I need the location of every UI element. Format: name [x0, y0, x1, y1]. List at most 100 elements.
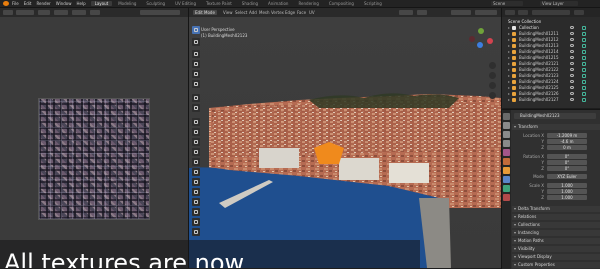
render-camera-icon[interactable] [582, 38, 586, 42]
tab-texture-paint[interactable]: Texture Paint [202, 1, 236, 6]
tab-modeling[interactable]: Modeling [114, 1, 140, 6]
custom-properties-section[interactable]: Custom Properties [512, 262, 600, 268]
rotation-y-field[interactable]: 0° [547, 160, 587, 165]
rotation-x-field[interactable]: 0° [547, 154, 587, 159]
tab-animation[interactable]: Animation [264, 1, 292, 6]
zoom-icon[interactable] [489, 62, 496, 69]
move-tool[interactable] [192, 50, 200, 58]
data-tab-icon[interactable] [503, 185, 510, 192]
knife-tool[interactable] [192, 158, 200, 166]
viewport-menu-select[interactable]: Select [235, 10, 247, 15]
visibility-eye-icon[interactable] [570, 68, 574, 71]
location-z-field[interactable]: 0 m [547, 145, 587, 150]
render-camera-icon[interactable] [582, 92, 586, 96]
visibility-eye-icon[interactable] [570, 86, 574, 89]
render-camera-icon[interactable] [582, 44, 586, 48]
render-camera-icon[interactable] [582, 62, 586, 66]
3d-viewport[interactable]: Edit Mode View Select Add Mesh Vertex Ed… [188, 8, 501, 268]
mode-selector[interactable]: Edit Mode [193, 10, 217, 15]
scale-z-field[interactable]: 1.000 [547, 195, 587, 200]
y-axis-icon[interactable] [478, 28, 484, 34]
relations-section[interactable]: Relations [512, 214, 600, 220]
rip-region-tool[interactable] [192, 228, 200, 236]
view-layer-tab-icon[interactable] [503, 140, 510, 147]
tab-compositing[interactable]: Compositing [325, 1, 358, 6]
visibility-eye-icon[interactable] [570, 50, 574, 53]
visibility-eye-icon[interactable] [570, 80, 574, 83]
transform-orientation-button[interactable] [399, 10, 413, 15]
viewport-display-section[interactable]: Viewport Display [512, 254, 600, 260]
render-tab-icon[interactable] [503, 122, 510, 129]
visibility-eye-icon[interactable] [570, 74, 574, 77]
viewport-menu-vertex[interactable]: Vertex [271, 10, 284, 15]
scene-selector[interactable]: Scene [491, 1, 523, 6]
uv-select-menu[interactable] [54, 10, 68, 15]
viewport-menu-view[interactable]: View [223, 10, 233, 15]
uv-menu[interactable] [90, 10, 100, 15]
rotation-z-field[interactable]: 0° [547, 166, 587, 171]
viewport-menu-face[interactable]: Face [297, 10, 306, 15]
bevel-tool[interactable] [192, 138, 200, 146]
visibility-eye-icon[interactable] [570, 92, 574, 95]
tab-layout[interactable]: Layout [90, 1, 113, 6]
outliner-editor-type-button[interactable] [505, 10, 515, 15]
extrude-tool[interactable] [192, 118, 200, 126]
outliner-panel[interactable]: Scene Collection Collection BuildingMesh… [501, 8, 600, 108]
scale-tool[interactable] [192, 70, 200, 78]
poly-build-tool[interactable] [192, 168, 200, 176]
perspective-toggle-icon[interactable] [489, 92, 496, 99]
render-camera-icon[interactable] [582, 68, 586, 72]
object-tab-icon[interactable] [503, 167, 510, 174]
visibility-eye-icon[interactable] [570, 56, 574, 59]
z-axis-icon[interactable] [477, 42, 483, 48]
expand-icon[interactable] [508, 39, 510, 41]
scene-tab-icon[interactable] [503, 149, 510, 156]
uv-mode-button[interactable] [16, 10, 34, 15]
expand-icon[interactable] [508, 87, 510, 89]
visibility-section[interactable]: Visibility [512, 246, 600, 252]
tab-uv-editing[interactable]: UV Editing [171, 1, 200, 6]
shading-mode-button[interactable] [475, 10, 497, 15]
x-axis-icon[interactable] [487, 38, 493, 44]
tab-shading[interactable]: Shading [238, 1, 262, 6]
tab-scripting[interactable]: Scripting [360, 1, 386, 6]
modifier-tab-icon[interactable] [503, 176, 510, 183]
menu-window[interactable]: Window [56, 1, 72, 6]
visibility-eye-icon[interactable] [570, 26, 574, 29]
navigation-gizmo[interactable] [467, 28, 495, 56]
viewport-menu-mesh[interactable]: Mesh [259, 10, 270, 15]
select-box-tool[interactable] [192, 26, 200, 34]
expand-icon[interactable] [508, 45, 510, 47]
object-name-field[interactable]: BuildingMesh02123 [514, 113, 596, 119]
visibility-eye-icon[interactable] [570, 44, 574, 47]
expand-icon[interactable] [508, 63, 510, 65]
uv-editor-panel[interactable] [0, 8, 188, 268]
tab-sculpting[interactable]: Sculpting [142, 1, 169, 6]
menu-help[interactable]: Help [76, 1, 85, 6]
measure-tool[interactable] [192, 104, 200, 112]
editor-type-button[interactable] [3, 10, 13, 15]
blender-logo-icon[interactable] [3, 1, 9, 6]
expand-icon[interactable] [508, 57, 510, 59]
outliner-display-mode-button[interactable] [518, 10, 528, 15]
uv-view-menu[interactable] [38, 10, 50, 15]
output-tab-icon[interactable] [503, 131, 510, 138]
visibility-eye-icon[interactable] [570, 38, 574, 41]
world-tab-icon[interactable] [503, 158, 510, 165]
expand-icon[interactable] [508, 33, 510, 35]
viewport-menu-uv[interactable]: UV [309, 10, 315, 15]
annotate-tool[interactable] [192, 94, 200, 102]
expand-icon[interactable] [508, 51, 510, 53]
render-camera-icon[interactable] [582, 98, 586, 102]
menu-file[interactable]: File [12, 1, 19, 6]
view-layer-selector[interactable]: View Layer [540, 1, 578, 6]
spin-tool[interactable] [192, 178, 200, 186]
motion-paths-section[interactable]: Motion Paths [512, 238, 600, 244]
viewport-menu-add[interactable]: Add [249, 10, 257, 15]
render-camera-icon[interactable] [582, 26, 586, 30]
snap-button[interactable] [417, 10, 427, 15]
expand-icon[interactable] [508, 93, 510, 95]
delta-transform-section[interactable]: Delta Transform [512, 206, 600, 212]
expand-icon[interactable] [508, 27, 510, 29]
tab-rendering[interactable]: Rendering [294, 1, 322, 6]
